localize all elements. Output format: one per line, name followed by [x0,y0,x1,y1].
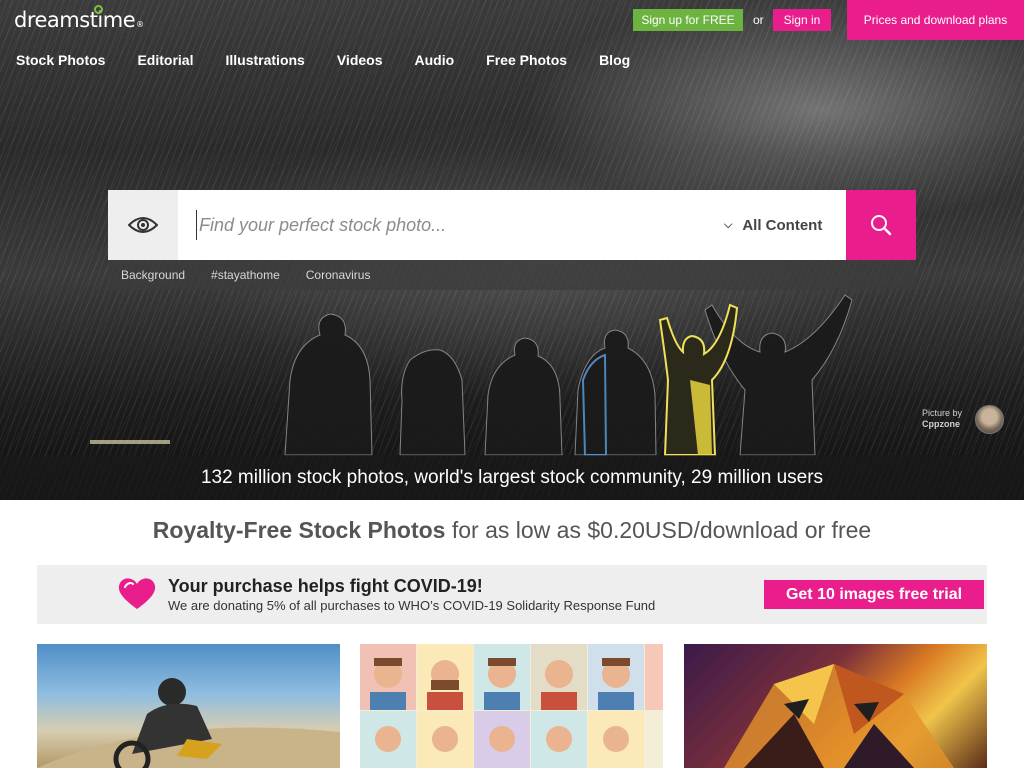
covid-banner: Your purchase helps fight COVID-19! We a… [37,565,987,624]
tagline-rest: for as low as $0.20USD/download or free [445,517,872,543]
nav-stock-photos[interactable]: Stock Photos [16,48,105,72]
search-bar: ⌵ All Content [108,190,916,260]
tag-stayathome[interactable]: #stayathome [211,268,280,282]
thumbnail-motorcycle[interactable] [37,644,340,768]
chevron-down-icon: ⌵ [724,218,733,231]
tag-coronavirus[interactable]: Coronavirus [306,268,371,282]
credit-label: Picture by [922,408,963,418]
nav-illustrations[interactable]: Illustrations [225,48,304,72]
tiger-image [724,664,954,768]
or-separator: or [753,13,764,27]
eye-icon [128,217,158,233]
content-type-select[interactable]: ⌵ All Content [724,212,822,238]
covid-subtitle: We are donating 5% of all purchases to W… [168,598,656,613]
search-icon [871,215,892,236]
visual-search-button[interactable] [108,190,178,260]
tag-background[interactable]: Background [121,268,185,282]
heart-icon [118,578,156,609]
dreamstime-logo[interactable]: dreamstime® [14,5,144,32]
prices-plans-button[interactable]: Prices and download plans [847,0,1024,40]
author-avatar[interactable] [975,405,1004,434]
nav-blog[interactable]: Blog [599,48,630,72]
logo-swirl-icon [94,5,103,14]
popular-tags: Background #stayathome Coronavirus [108,260,916,290]
covid-title: Your purchase helps fight COVID-19! [168,576,483,596]
avatars-image [360,644,663,768]
nav-audio[interactable]: Audio [415,48,455,72]
nav-free-photos[interactable]: Free Photos [486,48,567,72]
thumbnail-lowpoly-tiger[interactable] [684,644,987,768]
registered-mark: ® [136,20,144,29]
tagline-strong: Royalty-Free Stock Photos [152,517,446,543]
signin-button[interactable]: Sign in [773,9,831,31]
logo-text: dreamstime [14,8,136,32]
thumbnail-avatars[interactable] [360,644,663,768]
main-nav: Stock Photos Editorial Illustrations Vid… [0,48,630,72]
motorcycle-image [37,678,340,768]
pricing-tagline: Royalty-Free Stock Photos for as low as … [0,514,1024,546]
credit-author: Cppzone [922,419,960,429]
search-input[interactable] [196,210,716,240]
nav-videos[interactable]: Videos [337,48,383,72]
nav-editorial[interactable]: Editorial [137,48,193,72]
search-button[interactable] [846,190,916,260]
content-type-value: All Content [742,216,823,234]
free-trial-button[interactable]: Get 10 images free trial [764,580,984,609]
signup-button[interactable]: Sign up for FREE [633,9,743,31]
stats-banner: 132 million stock photos, world's larges… [0,455,1024,500]
photo-credit[interactable]: Picture by Cppzone [922,408,962,430]
hero-banner: dreamstime® Sign up for FREE or Sign in … [0,0,1024,500]
